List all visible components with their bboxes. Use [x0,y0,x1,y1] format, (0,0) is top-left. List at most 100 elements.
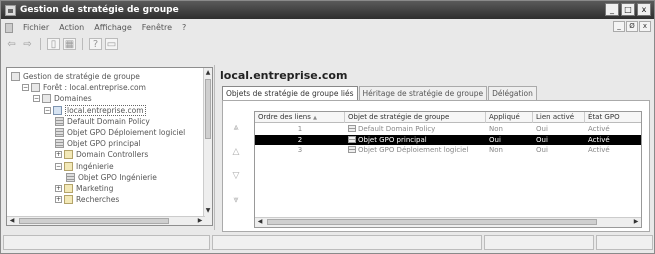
mdi-controls: _ Ø x [613,21,651,32]
status-panel [212,235,482,250]
pane-splitter[interactable] [214,65,215,230]
tree-item-label: Default Domain Policy [67,116,150,126]
collapse-icon[interactable]: − [22,84,29,92]
tree-horizontal-scrollbar[interactable]: ◀ ▶ [7,216,205,225]
tree-item-label: Objet GPO principal [67,139,141,149]
tree-item[interactable]: − local.entreprise.com [44,104,146,116]
back-arrow-icon[interactable]: ⇦ [5,38,18,50]
mdi-close-button[interactable]: x [639,21,651,32]
tree-item-label: Marketing [76,184,114,193]
toolbar-separator [40,38,41,50]
mdi-restore-button[interactable]: Ø [626,21,638,32]
table-row[interactable]: 1 Default Domain Policy Non Oui Activé [255,124,641,134]
menu-action[interactable]: Action [59,23,84,32]
tree-item[interactable]: − Domaines [33,93,92,104]
tree-item[interactable]: + Domain Controllers [55,149,148,160]
tree-item-label: Gestion de stratégie de groupe [23,72,140,81]
scroll-up-icon[interactable]: ▲ [204,68,212,78]
tree-vertical-scrollbar[interactable]: ▲ ▼ [203,68,212,225]
domains-icon [42,94,51,104]
expand-icon[interactable]: + [55,151,62,159]
move-up-icon[interactable]: △ [229,147,243,157]
column-header-link-enabled[interactable]: Lien activé [533,112,585,123]
scroll-right-icon[interactable]: ▶ [631,218,641,226]
show-hide-tree-icon[interactable]: ▯ [47,38,60,50]
scroll-thumb[interactable] [205,79,211,139]
tree-item[interactable]: + Marketing [55,183,113,194]
move-down-icon[interactable]: ▽ [229,171,243,181]
gpo-link-icon [348,135,356,143]
tree-item-label: Objet GPO Ingénierie [78,172,157,182]
tree-item[interactable]: + Recherches [55,194,119,205]
mdi-minimize-button[interactable]: _ [613,21,625,32]
table-cell-order: 3 [297,146,303,154]
toolbar-separator [82,38,83,50]
scroll-thumb[interactable] [19,218,169,224]
gpo-name: Objet GPO principal [358,135,427,144]
document-icon[interactable] [5,22,13,33]
table-cell-link-enabled: Oui [536,135,548,144]
table-cell-state: Activé [588,125,610,133]
scroll-left-icon[interactable]: ◀ [255,218,265,226]
collapse-icon[interactable]: − [33,95,40,103]
gpo-name: Objet GPO Déploiement logiciel [358,146,469,154]
console-tree: Gestion de stratégie de groupe − Forêt : l… [6,67,213,226]
maximize-button[interactable]: □ [621,3,635,16]
gpo-link-icon [55,139,64,149]
table-cell-state: Activé [588,146,610,154]
gpo-link-icon [55,116,64,126]
table-row[interactable]: 3 Objet GPO Déploiement logiciel Non Oui Act… [255,145,641,155]
collapse-icon[interactable]: − [55,162,62,170]
table-cell-state: Activé [588,135,610,144]
menu-fichier[interactable]: Fichier [23,23,49,32]
forward-arrow-icon[interactable]: ⇨ [21,38,34,50]
tab-delegation[interactable]: Délégation [488,86,537,100]
gpmc-app-icon [5,4,16,16]
table-horizontal-scrollbar[interactable]: ◀ ▶ [255,217,641,227]
gpmc-window: Gestion de stratégie de groupe _ □ x Fic… [0,0,655,254]
scroll-right-icon[interactable]: ▶ [195,217,205,225]
menu-affichage[interactable]: Affichage [94,23,132,32]
column-header-gpo-state[interactable]: État GPO [585,112,641,123]
tree-item-label: Recherches [76,195,120,205]
tree-item[interactable]: Gestion de stratégie de groupe [11,71,140,82]
forest-icon [31,83,40,93]
tree-item[interactable]: Objet GPO principal [55,138,141,149]
minimize-button[interactable]: _ [605,3,619,16]
tab-linked-gpos[interactable]: Objets de stratégie de groupe liés [222,86,358,101]
table-cell-order: 1 [297,125,303,133]
column-header-order[interactable]: Ordre des liens ▲ [255,112,345,123]
tree-item[interactable]: − Ingénierie [55,161,114,172]
status-panel [484,235,594,250]
move-top-icon[interactable]: ⩓ [229,123,243,133]
close-button[interactable]: x [637,3,651,16]
expand-icon[interactable]: + [55,185,62,192]
tree-item[interactable]: Objet GPO Déploiement logiciel [55,127,185,138]
table-row[interactable]: 2 Objet GPO principal Oui Oui Activé [255,134,641,145]
column-header-applied[interactable]: Appliqué [486,112,533,123]
tree-item-label: Objet GPO Déploiement logiciel [67,128,186,137]
expand-icon[interactable]: + [55,196,62,204]
menu-fenetre[interactable]: Fenêtre [142,23,172,32]
scroll-down-icon[interactable]: ▼ [204,206,212,216]
tab-inheritance[interactable]: Héritage de stratégie de groupe [358,86,488,100]
scroll-thumb[interactable] [267,219,597,225]
tree-item[interactable]: Default Domain Policy [55,116,150,127]
tree-item-label: Ingénierie [76,161,114,171]
console-pane-icon[interactable]: ▦ [63,38,76,50]
table-cell-applied: Non [489,125,503,133]
status-bar [3,235,653,250]
column-header-gpo[interactable]: Objet de stratégie de groupe [345,112,486,123]
tree-item[interactable]: − Forêt : local.entreprise.com [22,82,146,93]
toolbar: ⇦ ⇨ ▯ ▦ ? ▭ [1,36,654,52]
scroll-left-icon[interactable]: ◀ [7,217,17,225]
table-cell-gpo: Objet GPO principal [345,135,486,145]
tree-item-label: Forêt : local.entreprise.com [43,83,146,93]
properties-pane-icon[interactable]: ▭ [105,38,118,50]
tree-item[interactable]: Objet GPO Ingénierie [66,172,157,183]
help-icon[interactable]: ? [89,38,102,50]
move-bottom-icon[interactable]: ⩔ [229,195,243,205]
menu-help[interactable]: ? [182,23,186,32]
collapse-icon[interactable]: − [44,106,51,114]
tab-strip: Objets de stratégie de groupe liés Hérit… [222,86,538,101]
